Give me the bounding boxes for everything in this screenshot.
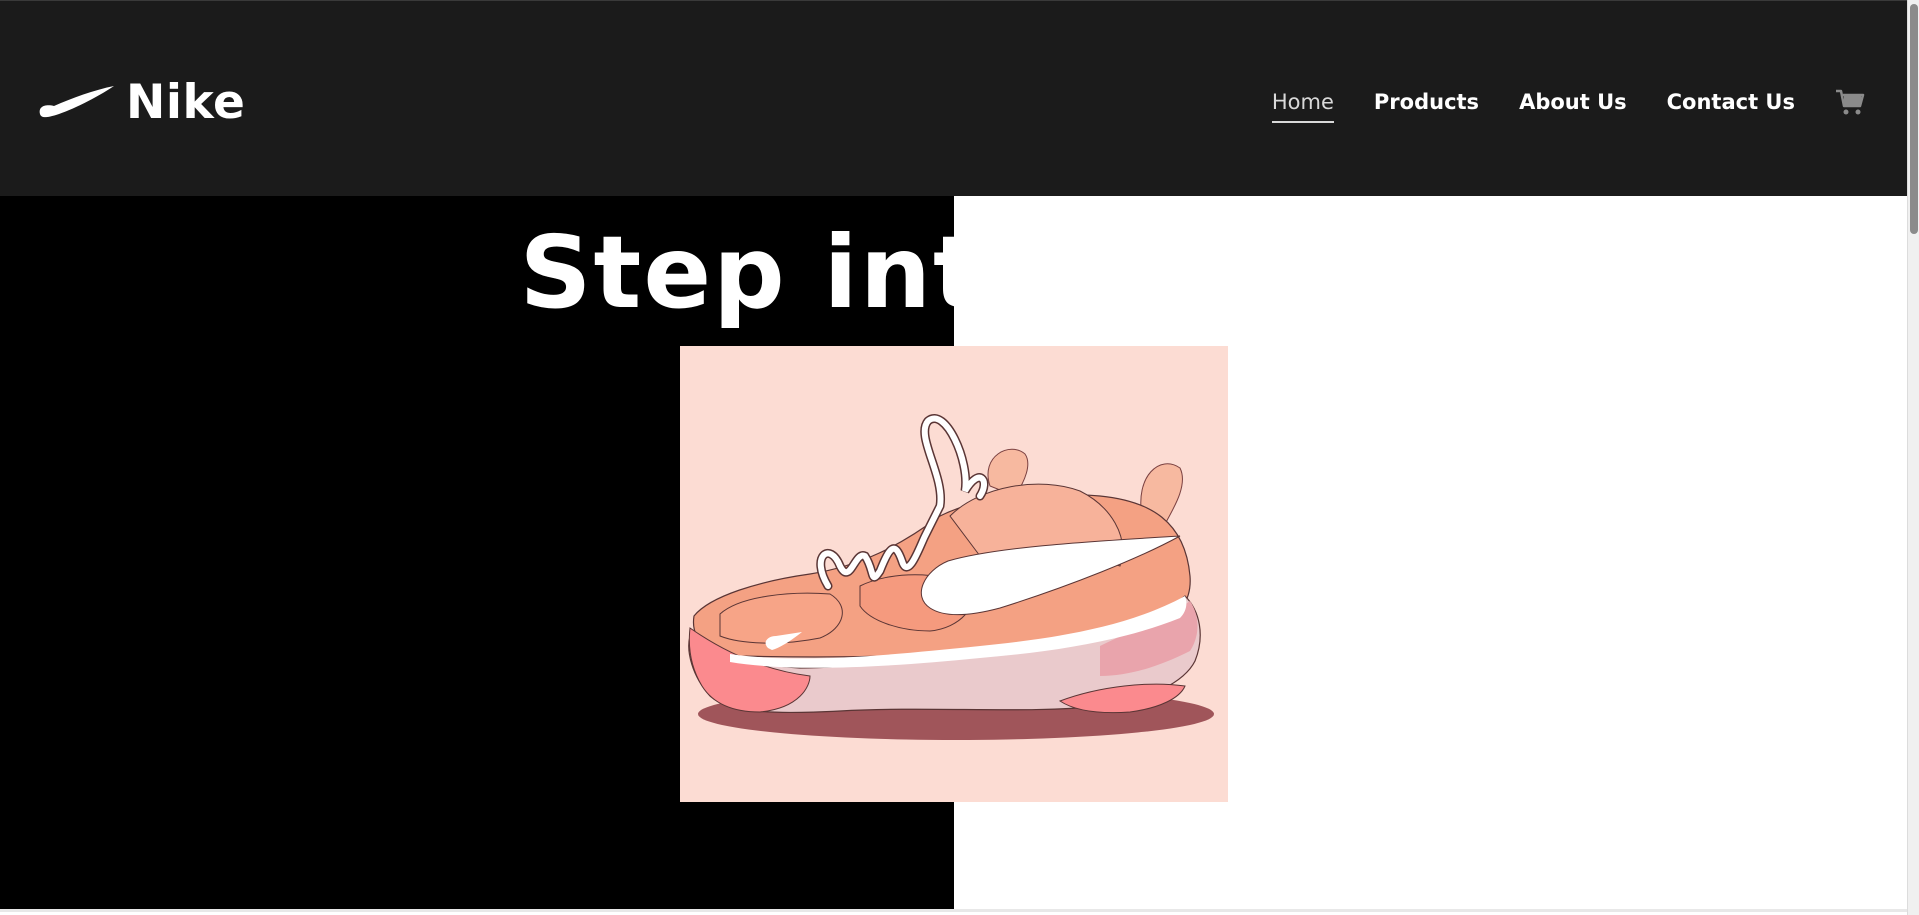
shopping-cart-icon[interactable] — [1835, 88, 1865, 116]
nav-products[interactable]: Products — [1374, 88, 1479, 116]
nav-about-us[interactable]: About Us — [1519, 88, 1627, 116]
hero-title: Step into Style — [519, 214, 1388, 331]
nav-home[interactable]: Home — [1271, 88, 1334, 123]
navbar: Nike Home Products About Us Contact Us — [0, 0, 1907, 196]
nav-contact-us[interactable]: Contact Us — [1667, 88, 1795, 116]
brand-logo-link[interactable]: Nike — [38, 73, 245, 131]
main-nav: Home Products About Us Contact Us — [1232, 85, 1865, 123]
hero-section: Step into Style — [0, 196, 1907, 912]
page-bottom-edge — [0, 909, 1907, 912]
vertical-scrollbar[interactable] — [1907, 0, 1919, 915]
scrollbar-thumb[interactable] — [1910, 4, 1918, 234]
nike-swoosh-icon — [39, 86, 114, 118]
page: Nike Home Products About Us Contact Us S… — [0, 0, 1919, 915]
brand-name: Nike — [126, 74, 246, 130]
hero-title-wrap: Step into Style — [0, 196, 1907, 912]
